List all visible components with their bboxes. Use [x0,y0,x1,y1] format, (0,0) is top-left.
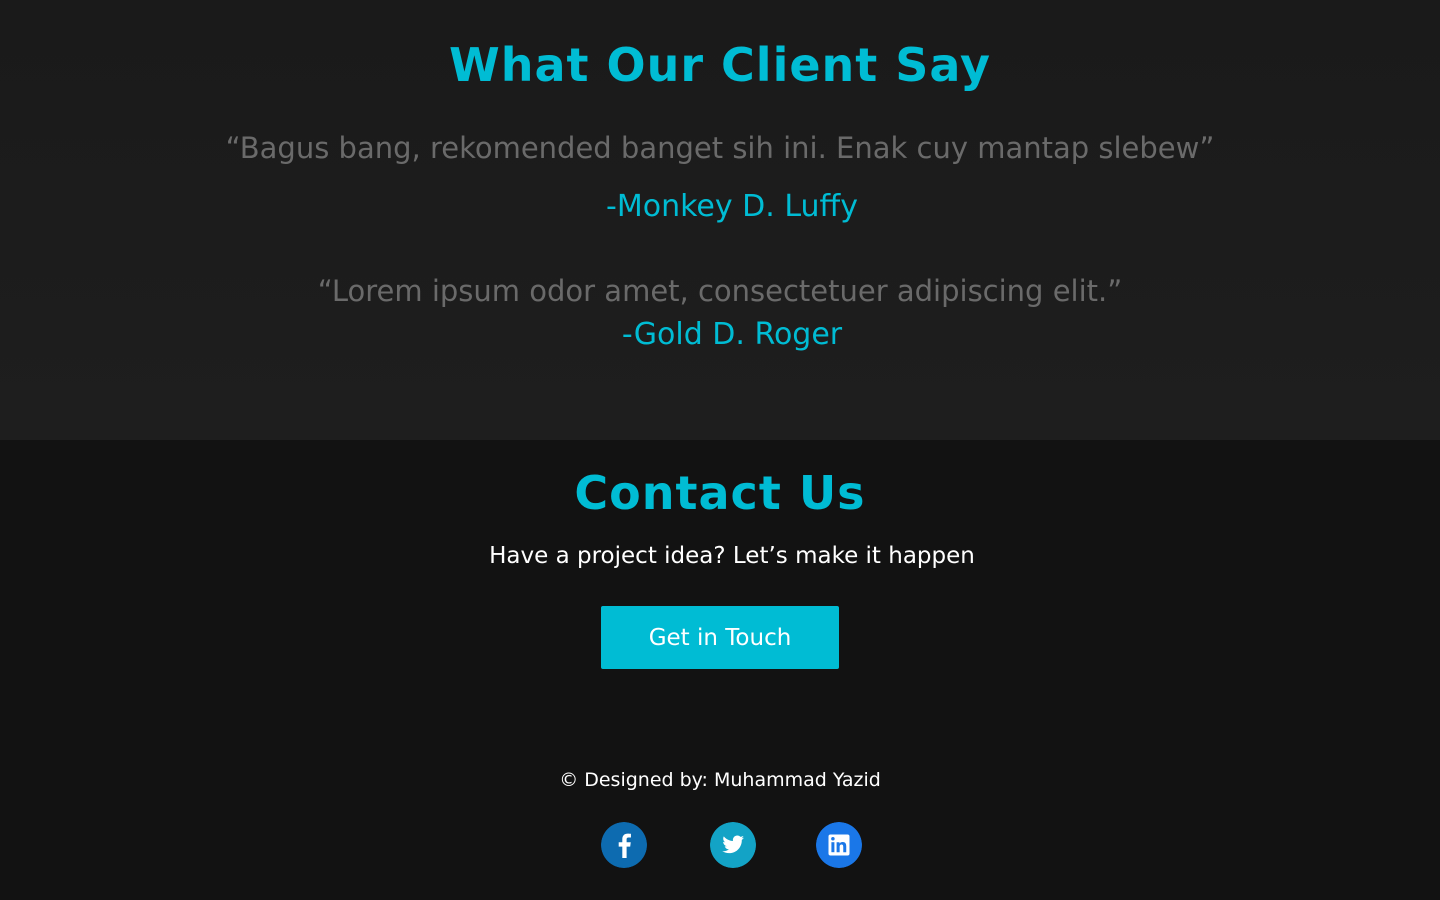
testimonial-author: -Monkey D. Luffy [606,189,858,224]
twitter-link[interactable] [710,822,756,868]
contact-title: Contact Us [574,466,866,520]
facebook-link[interactable] [601,822,647,868]
facebook-icon [601,822,647,868]
twitter-icon [710,822,756,868]
get-in-touch-button[interactable]: Get in Touch [601,606,839,669]
copyright-text: © Designed by: Muhammad Yazid [559,769,881,791]
linkedin-link[interactable] [816,822,862,868]
testimonials-title: What Our Client Say [448,38,992,92]
contact-subtitle: Have a project idea? Let’s make it happe… [489,543,975,569]
testimonial-quote: “Lorem ipsum odor amet, consectetuer adi… [317,274,1123,308]
testimonial-author: -Gold D. Roger [621,317,843,352]
testimonial-quote: “Bagus bang, rekomended banget sih ini. … [225,131,1215,165]
linkedin-icon [816,822,862,868]
